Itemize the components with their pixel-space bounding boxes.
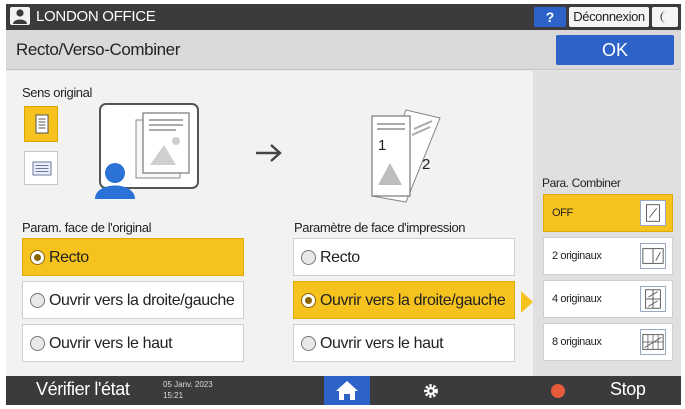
option-label: Recto <box>49 249 89 266</box>
combine-option-off[interactable]: OFF <box>543 194 673 232</box>
print-page-2-label: 2 <box>422 156 430 173</box>
radio-selected <box>301 293 316 308</box>
print-option-recto[interactable]: Recto <box>293 238 515 276</box>
radio-unselected <box>30 293 45 308</box>
arrow-right-icon <box>256 144 282 162</box>
top-bar: LONDON OFFICE ? Déconnexion <box>6 4 681 30</box>
title-bar: Recto/Verso-Combiner OK <box>6 30 681 70</box>
ok-button[interactable]: OK <box>556 35 674 65</box>
radio-unselected <box>301 336 316 351</box>
print-option-left-right[interactable]: Ouvrir vers la droite/gauche <box>293 281 515 319</box>
gear-icon[interactable] <box>420 380 442 402</box>
selection-pointer <box>521 291 533 313</box>
stop-button[interactable]: Stop <box>610 379 646 400</box>
print-face-illustration: 1 2 <box>371 109 441 203</box>
combine-option-label: 2 originaux <box>552 250 602 262</box>
combine-option-label: OFF <box>552 207 573 219</box>
moon-icon <box>660 11 667 23</box>
option-label: Ouvrir vers la droite/gauche <box>49 292 235 309</box>
datetime: 05 Janv. 2023 15:21 <box>163 379 213 401</box>
check-status-button[interactable]: Vérifier l'état <box>36 379 130 400</box>
combine-option-label: 8 originaux <box>552 336 602 348</box>
date-text: 05 Janv. 2023 <box>163 380 213 389</box>
combine-label: Para. Combiner <box>542 176 621 190</box>
original-option-top[interactable]: Ouvrir vers le haut <box>22 324 244 362</box>
option-label: Recto <box>320 249 360 266</box>
office-name: LONDON OFFICE <box>36 8 156 25</box>
original-orientation-illustration <box>95 103 199 199</box>
combine-2-icon <box>640 243 666 269</box>
page-title: Recto/Verso-Combiner <box>16 40 180 59</box>
orientation-label: Sens original <box>22 85 92 100</box>
screen: LONDON OFFICE ? Déconnexion Recto/Verso-… <box>6 4 681 405</box>
combine-option-label: 4 originaux <box>552 293 602 305</box>
option-label: Ouvrir vers le haut <box>49 335 173 352</box>
orientation-landscape-button[interactable] <box>24 151 58 185</box>
help-button[interactable]: ? <box>534 7 566 27</box>
print-option-top[interactable]: Ouvrir vers le haut <box>293 324 515 362</box>
combine-option-8[interactable]: 8 originaux <box>543 323 673 361</box>
time-text: 15:21 <box>163 391 184 400</box>
combine-8-icon <box>640 329 666 355</box>
main-panel: Sens original 1 2 Param. face de l'origi… <box>6 71 533 376</box>
radio-unselected <box>30 336 45 351</box>
print-page-1-label: 1 <box>378 137 386 154</box>
combine-1-icon <box>640 200 666 226</box>
home-icon <box>336 381 358 400</box>
option-label: Ouvrir vers la droite/gauche <box>320 292 506 309</box>
combine-option-4[interactable]: 4 originaux <box>543 280 673 318</box>
combine-4-icon <box>640 286 666 312</box>
radio-selected <box>30 250 45 265</box>
option-label: Ouvrir vers le haut <box>320 335 444 352</box>
combine-option-2[interactable]: 2 originaux <box>543 237 673 275</box>
print-face-label: Paramètre de face d'impression <box>294 220 466 235</box>
theme-toggle-button[interactable] <box>652 7 678 27</box>
original-option-left-right[interactable]: Ouvrir vers la droite/gauche <box>22 281 244 319</box>
stop-icon <box>551 384 565 398</box>
radio-unselected <box>301 250 316 265</box>
original-option-recto[interactable]: Recto <box>22 238 244 276</box>
home-button[interactable] <box>324 376 370 405</box>
bottom-bar: Vérifier l'état 05 Janv. 2023 15:21 Stop <box>6 376 681 405</box>
landscape-icon <box>32 161 52 176</box>
original-face-label: Param. face de l'original <box>22 220 152 235</box>
portrait-icon <box>35 114 49 134</box>
logout-button[interactable]: Déconnexion <box>569 7 649 27</box>
user-icon <box>10 7 30 25</box>
orientation-portrait-button[interactable] <box>24 106 58 142</box>
